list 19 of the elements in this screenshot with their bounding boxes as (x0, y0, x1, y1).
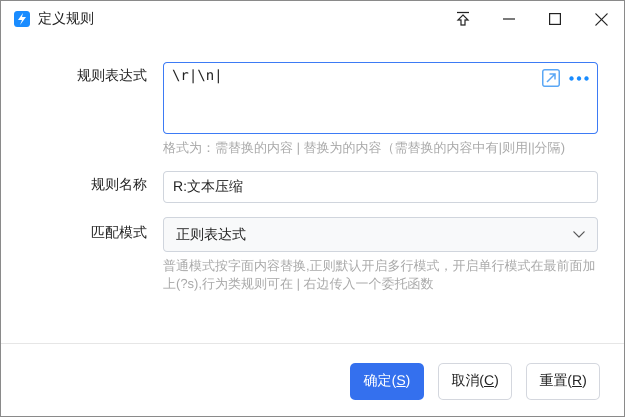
field-label: 规则表达式 (76, 66, 147, 85)
dialog-button[interactable]: 重置(R) (526, 362, 600, 400)
close-icon (594, 12, 608, 26)
app-logo-icon (14, 11, 30, 27)
pin-icon (456, 11, 470, 27)
name-field[interactable]: R:文本压缩 (163, 171, 598, 203)
more-icon[interactable] (569, 76, 589, 80)
expression-field[interactable]: \r|\n| (163, 62, 598, 134)
dialog-button[interactable]: 确定(S) (350, 362, 424, 400)
window-title: 定义规则 (38, 10, 95, 28)
hint-text: 普通模式按字面内容替换,正则默认开启多行模式，开启单行模式在最前面加上(?s),行为类规则可在 | 右边传入一个委托函数 (163, 257, 597, 293)
field-label: 规则名称 (90, 175, 147, 194)
expand-icon[interactable] (542, 69, 560, 87)
field-label: 匹配模式 (90, 223, 147, 242)
chevron-down-icon (573, 231, 585, 238)
mode-dropdown[interactable]: 正则表达式 (163, 217, 598, 252)
dialog-button[interactable]: 取消(C) (438, 362, 512, 400)
hint-text: 格式为：需替换的内容 | 替换为的内容（需替换的内容中有|则用||分隔) (163, 139, 566, 157)
maximize-icon (549, 13, 561, 25)
